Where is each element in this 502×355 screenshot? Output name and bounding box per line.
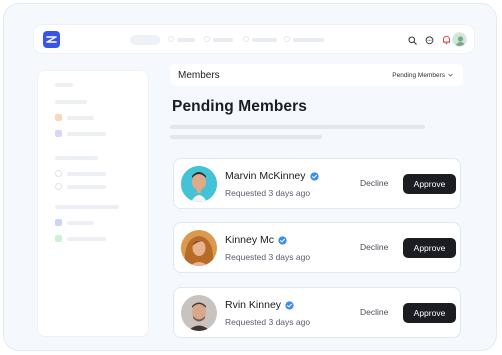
sidebar-item-icon [55,170,62,177]
member-name: Marvin McKinney [225,170,306,182]
filter-label: Pending Members [392,71,445,79]
member-avatar [181,166,217,202]
request-status: Requested 3 days ago [225,188,311,198]
pending-members-filter[interactable]: Pending Members [392,72,453,79]
sidebar-item-icon [55,219,62,226]
member-name-row: Rvin Kinney [225,299,294,311]
nav-item[interactable] [252,38,277,42]
member-name-row: Kinney Mc [225,234,287,246]
sidebar-placeholder [55,100,87,104]
member-avatar [181,295,217,331]
verified-badge-icon [309,171,319,181]
member-name: Rvin Kinney [225,299,282,311]
user-avatar[interactable] [452,32,467,47]
sidebar-item[interactable] [67,172,106,176]
sidebar-placeholder [55,156,98,160]
approve-button[interactable]: Approve [403,303,456,323]
members-header: Members Pending Members [170,64,463,86]
verified-badge-icon [278,235,287,245]
sidebar-placeholder [55,83,73,87]
app-logo-icon[interactable] [43,31,60,48]
approve-button[interactable]: Approve [403,174,456,194]
bell-icon[interactable] [439,33,453,47]
app-window: Members Pending Members Pending Members … [3,3,497,351]
search-icon[interactable] [405,33,419,47]
sidebar-item[interactable] [67,221,94,225]
description-placeholder [170,125,425,129]
nav-item[interactable] [293,38,324,42]
top-bar [33,24,475,54]
nav-item-icon [243,36,249,42]
request-status: Requested 3 days ago [225,252,311,262]
description-placeholder [170,135,322,139]
sidebar-item[interactable] [67,132,106,136]
chat-icon[interactable] [422,33,436,47]
sidebar-item-icon [55,183,62,190]
sidebar-item[interactable] [67,116,94,120]
sidebar-item[interactable] [67,237,106,241]
nav-item-icon [168,36,174,42]
member-card: Kinney Mc Requested 3 days ago Decline A… [173,222,461,273]
section-title: Members [178,69,220,81]
nav-item[interactable] [213,38,233,42]
decline-button[interactable]: Decline [360,242,388,252]
nav-item-active[interactable] [130,35,160,45]
sidebar-item[interactable] [67,185,106,189]
verified-badge-icon [285,300,294,310]
nav-item[interactable] [177,38,195,42]
nav-item-icon [204,36,210,42]
sidebar-item-icon [55,114,62,121]
nav-item-icon [284,36,290,42]
sidebar-item-icon [55,235,62,242]
decline-button[interactable]: Decline [360,178,388,188]
member-avatar [181,230,217,266]
member-name: Kinney Mc [225,234,275,246]
member-name-row: Marvin McKinney [225,170,319,182]
page-title: Pending Members [172,98,307,115]
sidebar-item-icon [55,130,62,137]
approve-button[interactable]: Approve [403,238,456,258]
sidebar-placeholder [55,205,119,209]
sidebar [37,70,149,337]
decline-button[interactable]: Decline [360,307,388,317]
member-card: Rvin Kinney Requested 3 days ago Decline… [173,287,461,338]
member-card: Marvin McKinney Requested 3 days ago Dec… [173,158,461,209]
request-status: Requested 3 days ago [225,317,311,327]
chevron-down-icon [448,73,453,77]
